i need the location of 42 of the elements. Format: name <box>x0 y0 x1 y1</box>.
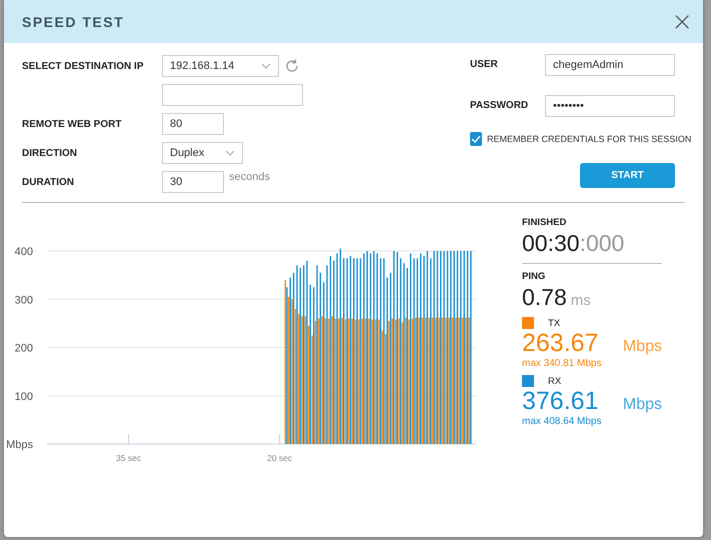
field-label: REMOTE WEB PORT <box>22 118 122 130</box>
unit-label: seconds <box>229 171 270 183</box>
legend-label: TX <box>548 318 560 328</box>
max-rate: max 408.64 Mbps <box>522 416 602 427</box>
dropdown[interactable]: Duplex <box>162 142 243 164</box>
ping-unit: ms <box>570 292 591 309</box>
elapsed-time: 00:30 <box>522 230 580 257</box>
input-field[interactable]: chegemAdmin <box>545 54 675 76</box>
max-rate: max 340.81 Mbps <box>522 358 602 369</box>
axis-label: Mbps <box>6 439 33 451</box>
input-field[interactable]: 80 <box>162 113 224 135</box>
field-label: USER <box>470 59 499 70</box>
legend-label: RX <box>548 376 562 386</box>
field-label: DURATION <box>22 176 76 188</box>
rate-value: 263.67 <box>522 329 598 358</box>
status-label: FINISHED <box>522 217 568 228</box>
field-label: SELECT DESTINATION IP <box>22 60 144 72</box>
dropdown[interactable]: 192.168.1.14 <box>162 55 279 77</box>
rate-unit: Mbps <box>622 396 662 414</box>
checkbox[interactable] <box>470 132 482 146</box>
caret-icon <box>225 150 235 156</box>
ping-label: PING <box>522 271 546 282</box>
axis-label: 35 sec <box>116 453 142 463</box>
axis-label: 100 <box>14 390 33 403</box>
axis-label: 300 <box>14 294 33 306</box>
close-button[interactable]: × <box>671 8 693 34</box>
axis-label: 20 sec <box>267 453 292 463</box>
rate-value: 376.61 <box>522 387 598 416</box>
axis-label: 200 <box>14 342 33 354</box>
field-label: DIRECTION <box>22 148 78 158</box>
axis-label: 400 <box>14 246 33 258</box>
caret-icon <box>261 63 271 69</box>
refresh-icon[interactable] <box>284 58 300 74</box>
rate-unit: Mbps <box>622 338 662 356</box>
ping-value: 0.78 <box>522 284 567 311</box>
checkbox-label: REMEMBER CREDENTIALS FOR THIS SESSION <box>487 134 692 144</box>
field-label: PASSWORD <box>470 100 530 112</box>
input-field[interactable]: •••••••• <box>545 94 675 117</box>
input-field[interactable] <box>162 84 303 106</box>
elapsed-milliseconds: :000 <box>580 230 624 257</box>
dialog-title: SPEED TEST <box>22 14 124 30</box>
input-field[interactable]: 30 <box>162 171 224 193</box>
